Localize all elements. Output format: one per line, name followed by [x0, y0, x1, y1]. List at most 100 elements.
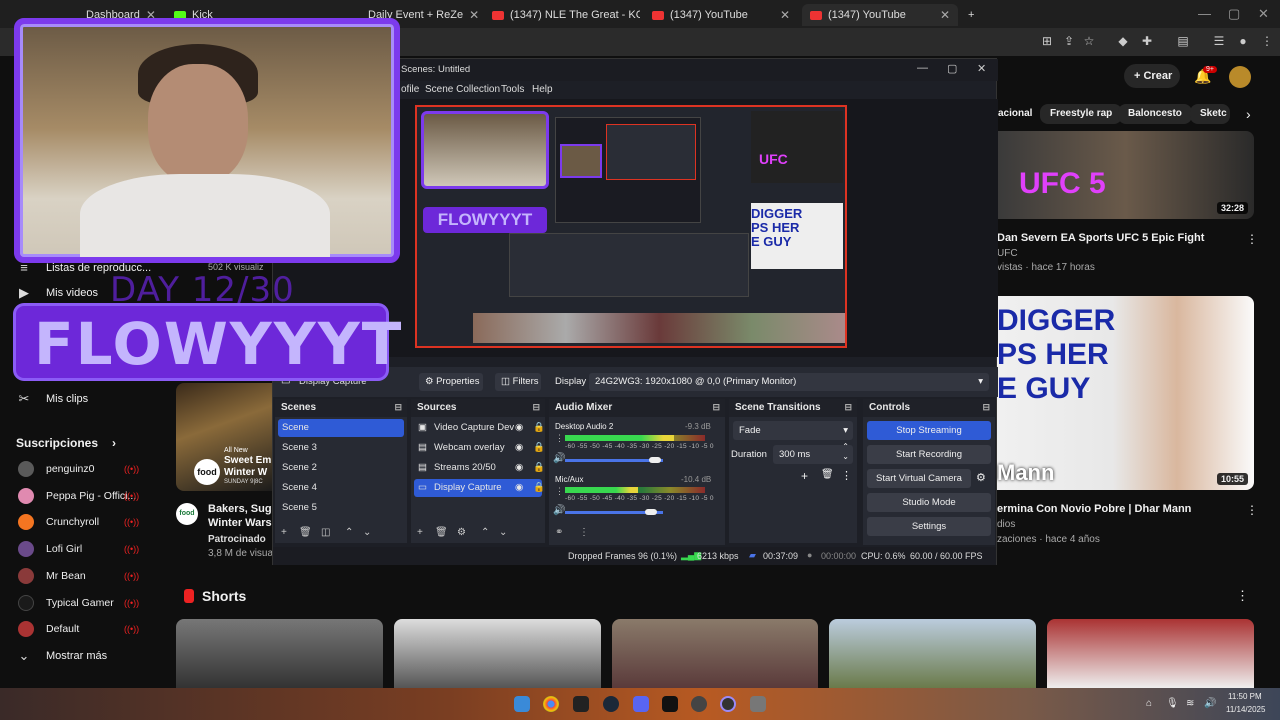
properties-button[interactable]: ⚙ Properties [419, 373, 483, 391]
sidebar-icon[interactable]: ▤ [1176, 34, 1190, 48]
more-vert-icon[interactable]: ⋮ [555, 486, 564, 497]
chevron-right-icon[interactable]: › [1246, 106, 1251, 122]
sub-item[interactable]: Default ((•)) [18, 621, 139, 637]
speaker-icon[interactable]: 🔊 [553, 453, 565, 464]
source-item[interactable]: ▤ Webcam overlay ◉ 🔒 [414, 439, 545, 457]
scene-item[interactable]: Scene 5 [278, 499, 404, 517]
link-icon[interactable]: ⚭ [555, 527, 563, 538]
sidebar-item-my-videos[interactable]: ▶ Mis videos [16, 285, 98, 301]
profile-icon[interactable]: ● [1236, 34, 1250, 48]
tab-nle[interactable]: (1347) NLE The Great - KO (Offi✕ [484, 4, 640, 26]
short-thumbnail[interactable] [394, 619, 601, 688]
panel-menu-icon[interactable]: ⊟ [394, 402, 402, 413]
video-title[interactable]: ermina Con Novio Pobre | Dhar Mann [997, 503, 1191, 515]
lock-icon[interactable]: 🔒 [533, 439, 545, 457]
close-icon[interactable]: ✕ [940, 8, 950, 22]
short-thumbnail[interactable] [1047, 619, 1254, 688]
scene-item[interactable]: Scene 4 [278, 479, 404, 497]
source-item[interactable]: ▭ Display Capture ◉ 🔒 [414, 479, 545, 497]
lock-icon[interactable]: 🔒 [533, 419, 545, 437]
close-icon[interactable]: ✕ [977, 62, 986, 75]
translate-icon[interactable]: ⊞ [1040, 34, 1054, 48]
puzzle-icon[interactable]: ✚ [1140, 34, 1154, 48]
maximize-icon[interactable]: ▢ [947, 62, 957, 75]
add-icon[interactable]: + [417, 527, 423, 538]
clock-time[interactable]: 11:50 PM [1228, 692, 1262, 701]
sub-item[interactable]: Mr Bean ((•)) [18, 568, 139, 584]
volume-icon[interactable]: 🔊 [1204, 698, 1216, 709]
menu-help[interactable]: Help [532, 84, 553, 95]
panel-menu-icon[interactable]: ⊟ [844, 402, 852, 413]
volume-knob[interactable] [645, 509, 657, 515]
maximize-icon[interactable]: ▢ [1228, 6, 1240, 22]
preview-canvas[interactable]: FLOWYYYT UFC DIGGER PS HER E GUY [415, 105, 847, 348]
sub-item[interactable]: Typical Gamer ((•)) [18, 595, 139, 611]
share-icon[interactable]: ⇪ [1062, 34, 1076, 48]
extension-icon[interactable]: ◆ [1116, 34, 1130, 48]
minimize-icon[interactable]: — [917, 62, 928, 74]
add-icon[interactable]: + [281, 527, 287, 538]
clock-date[interactable]: 11/14/2025 [1226, 705, 1265, 714]
close-icon[interactable]: ✕ [780, 8, 790, 22]
trash-icon[interactable]: 🗑 [435, 527, 448, 538]
move-down-icon[interactable]: ⌄ [363, 527, 371, 538]
eye-icon[interactable]: ◉ [515, 419, 523, 437]
menu-scene-collection[interactable]: Scene Collection [425, 84, 500, 95]
eye-icon[interactable]: ◉ [515, 459, 523, 477]
channel-name[interactable]: dios [997, 519, 1015, 530]
chip[interactable]: Sketc [1190, 104, 1230, 124]
obs-icon[interactable] [720, 696, 736, 712]
source-item[interactable]: ▤ Streams 20/50 ◉ 🔒 [414, 459, 545, 477]
source-item[interactable]: ▣ Video Capture Dev ◉ 🔒 [414, 419, 545, 437]
subscriptions-header[interactable]: Suscripciones › [16, 436, 116, 450]
move-up-icon[interactable]: ⌃ [345, 527, 353, 538]
move-down-icon[interactable]: ⌄ [499, 527, 507, 538]
start-virtual-camera-button[interactable]: Start Virtual Camera [867, 469, 971, 488]
move-up-icon[interactable]: ⌃ [481, 527, 489, 538]
more-vert-icon[interactable]: ⋮ [579, 527, 589, 538]
windows-start-icon[interactable] [514, 696, 530, 712]
menu-tools[interactable]: Tools [501, 84, 524, 95]
panel-menu-icon[interactable]: ⊟ [982, 402, 990, 413]
short-thumbnail[interactable] [176, 619, 383, 688]
more-vert-icon[interactable]: ⋮ [1236, 588, 1249, 604]
sub-item[interactable]: Lofi Girl ((•)) [18, 541, 139, 557]
close-icon[interactable]: ✕ [469, 8, 479, 22]
bookmark-star-icon[interactable]: ☆ [1082, 34, 1096, 48]
eye-icon[interactable]: ◉ [515, 439, 523, 457]
new-tab-button[interactable]: + [960, 4, 980, 26]
scene-item[interactable]: Scene 3 [278, 439, 404, 457]
network-icon[interactable]: ⌂ [1146, 698, 1152, 709]
volume-knob[interactable] [649, 457, 661, 463]
tab-youtube-2[interactable]: (1347) YouTube ✕ [802, 4, 958, 26]
avatar[interactable] [1229, 66, 1251, 88]
trash-icon[interactable]: 🗑 [299, 527, 312, 538]
filters-button[interactable]: ◫ Filters [495, 373, 541, 391]
sidebar-item-my-clips[interactable]: ✂ Mis clips [16, 391, 89, 407]
wifi-icon[interactable]: ≋ [1186, 698, 1194, 709]
steam-icon[interactable] [603, 696, 619, 712]
minimize-icon[interactable]: — [1198, 6, 1211, 21]
duration-input[interactable]: 300 ms ⌃ ⌄ [773, 442, 853, 464]
trash-icon[interactable]: 🗑 [821, 469, 834, 480]
channel-avatar[interactable]: food [176, 503, 198, 525]
app-icon[interactable] [691, 696, 707, 712]
media-icon[interactable]: ☰ [1212, 34, 1226, 48]
discord-icon[interactable] [633, 696, 649, 712]
studio-mode-button[interactable]: Studio Mode [867, 493, 991, 512]
spinner-icon[interactable]: ⌃ ⌄ [842, 442, 849, 462]
video-title[interactable]: Dan Severn EA Sports UFC 5 Epic Fight [997, 232, 1204, 244]
close-window-icon[interactable]: ✕ [1258, 6, 1269, 22]
ad-title[interactable]: Bakers, Sugar [208, 503, 282, 515]
gear-icon[interactable]: ⚙ [457, 527, 466, 538]
tab-youtube-1[interactable]: (1347) YouTube ✕ [644, 4, 798, 26]
sub-item[interactable]: penguinz0 ((•)) [18, 461, 139, 477]
menu-profile[interactable]: ofile [401, 84, 419, 95]
scene-item[interactable]: Scene 2 [278, 459, 404, 477]
show-more-button[interactable]: ⌄ Mostrar más [16, 648, 108, 664]
panel-menu-icon[interactable]: ⊟ [532, 402, 540, 413]
add-icon[interactable]: + [801, 469, 808, 483]
more-vert-icon[interactable]: ⋮ [555, 433, 564, 444]
more-vert-icon[interactable]: ⋮ [1246, 503, 1258, 517]
settings-button[interactable]: Settings [867, 517, 991, 536]
